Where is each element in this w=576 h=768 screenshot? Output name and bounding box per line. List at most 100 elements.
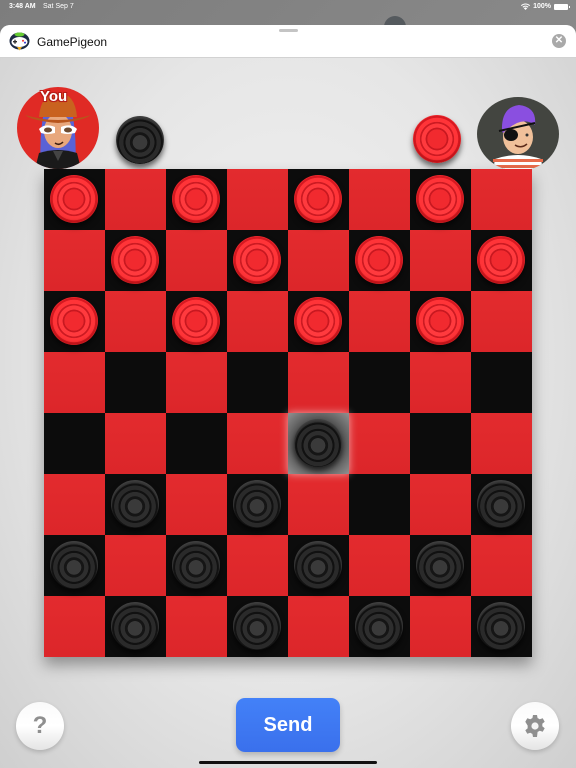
board-square-r5-c3[interactable] xyxy=(227,474,288,535)
board-square-r6-c1[interactable] xyxy=(105,535,166,596)
red-checker-piece[interactable] xyxy=(355,236,403,284)
red-checker-piece[interactable] xyxy=(50,175,98,223)
status-bar: 3:48 AM Sat Sep 7 100% xyxy=(0,0,576,14)
black-checker-piece[interactable] xyxy=(233,480,281,528)
board-square-r0-c7[interactable] xyxy=(471,169,532,230)
gear-icon xyxy=(525,715,545,737)
board-square-r6-c5[interactable] xyxy=(349,535,410,596)
board-square-r3-c4[interactable] xyxy=(288,352,349,413)
board-square-r4-c4[interactable] xyxy=(288,413,349,474)
board-square-r1-c4[interactable] xyxy=(288,230,349,291)
black-checker-piece[interactable] xyxy=(294,419,342,467)
board-square-r1-c3[interactable] xyxy=(227,230,288,291)
board-square-r4-c3[interactable] xyxy=(227,413,288,474)
board-square-r7-c0[interactable] xyxy=(44,596,105,657)
red-checker-piece[interactable] xyxy=(50,297,98,345)
red-checker-piece[interactable] xyxy=(233,236,281,284)
settings-button[interactable] xyxy=(511,702,559,750)
red-checker-piece[interactable] xyxy=(416,297,464,345)
sheet-grabber[interactable] xyxy=(279,29,298,32)
board-square-r6-c0[interactable] xyxy=(44,535,105,596)
close-button[interactable]: ✕ xyxy=(552,34,566,48)
board-square-r0-c5[interactable] xyxy=(349,169,410,230)
black-checker-piece[interactable] xyxy=(172,541,220,589)
board-square-r0-c2[interactable] xyxy=(166,169,227,230)
black-checker-piece[interactable] xyxy=(477,602,525,650)
board-square-r1-c5[interactable] xyxy=(349,230,410,291)
board-square-r4-c6[interactable] xyxy=(410,413,471,474)
black-checker-piece[interactable] xyxy=(477,480,525,528)
close-icon: ✕ xyxy=(554,35,564,46)
send-button[interactable]: Send xyxy=(236,698,340,752)
black-checker-piece[interactable] xyxy=(294,541,342,589)
board-square-r3-c5[interactable] xyxy=(349,352,410,413)
player-opponent-avatar xyxy=(477,97,559,171)
red-checker-piece[interactable] xyxy=(294,175,342,223)
board-square-r1-c6[interactable] xyxy=(410,230,471,291)
board-square-r2-c6[interactable] xyxy=(410,291,471,352)
black-checker-piece[interactable] xyxy=(111,480,159,528)
board-square-r0-c6[interactable] xyxy=(410,169,471,230)
board-square-r2-c3[interactable] xyxy=(227,291,288,352)
black-checker-piece[interactable] xyxy=(355,602,403,650)
board-square-r3-c0[interactable] xyxy=(44,352,105,413)
board-square-r1-c1[interactable] xyxy=(105,230,166,291)
board-square-r2-c5[interactable] xyxy=(349,291,410,352)
board-square-r5-c5[interactable] xyxy=(349,474,410,535)
board-square-r6-c4[interactable] xyxy=(288,535,349,596)
black-checker-piece[interactable] xyxy=(233,602,281,650)
board-square-r3-c3[interactable] xyxy=(227,352,288,413)
board-square-r0-c0[interactable] xyxy=(44,169,105,230)
board-square-r5-c4[interactable] xyxy=(288,474,349,535)
board-square-r0-c1[interactable] xyxy=(105,169,166,230)
you-piece-color-icon xyxy=(116,116,164,164)
board-square-r4-c7[interactable] xyxy=(471,413,532,474)
board-square-r2-c4[interactable] xyxy=(288,291,349,352)
board-square-r3-c6[interactable] xyxy=(410,352,471,413)
board-square-r0-c4[interactable] xyxy=(288,169,349,230)
board-square-r6-c2[interactable] xyxy=(166,535,227,596)
board-square-r4-c5[interactable] xyxy=(349,413,410,474)
board-square-r2-c2[interactable] xyxy=(166,291,227,352)
board-square-r5-c6[interactable] xyxy=(410,474,471,535)
board-square-r7-c4[interactable] xyxy=(288,596,349,657)
help-button[interactable]: ? xyxy=(16,702,64,750)
board-square-r4-c1[interactable] xyxy=(105,413,166,474)
board-square-r7-c6[interactable] xyxy=(410,596,471,657)
board-square-r4-c0[interactable] xyxy=(44,413,105,474)
board-square-r6-c7[interactable] xyxy=(471,535,532,596)
red-checker-piece[interactable] xyxy=(172,297,220,345)
red-checker-piece[interactable] xyxy=(416,175,464,223)
board-square-r5-c7[interactable] xyxy=(471,474,532,535)
board-square-r6-c6[interactable] xyxy=(410,535,471,596)
board-square-r5-c2[interactable] xyxy=(166,474,227,535)
black-checker-piece[interactable] xyxy=(111,602,159,650)
board-square-r2-c7[interactable] xyxy=(471,291,532,352)
board-square-r1-c0[interactable] xyxy=(44,230,105,291)
board-square-r1-c2[interactable] xyxy=(166,230,227,291)
red-checker-piece[interactable] xyxy=(172,175,220,223)
board-square-r7-c7[interactable] xyxy=(471,596,532,657)
board-square-r3-c1[interactable] xyxy=(105,352,166,413)
board-square-r4-c2[interactable] xyxy=(166,413,227,474)
board-square-r0-c3[interactable] xyxy=(227,169,288,230)
battery-percent: 100% xyxy=(533,3,551,10)
board-square-r2-c0[interactable] xyxy=(44,291,105,352)
board-square-r7-c1[interactable] xyxy=(105,596,166,657)
board-square-r7-c5[interactable] xyxy=(349,596,410,657)
board-square-r3-c7[interactable] xyxy=(471,352,532,413)
red-checker-piece[interactable] xyxy=(111,236,159,284)
app-header: GamePigeon ✕ xyxy=(0,25,576,58)
board-square-r7-c2[interactable] xyxy=(166,596,227,657)
board-square-r6-c3[interactable] xyxy=(227,535,288,596)
board-square-r2-c1[interactable] xyxy=(105,291,166,352)
red-checker-piece[interactable] xyxy=(294,297,342,345)
board-square-r3-c2[interactable] xyxy=(166,352,227,413)
black-checker-piece[interactable] xyxy=(416,541,464,589)
red-checker-piece[interactable] xyxy=(477,236,525,284)
black-checker-piece[interactable] xyxy=(50,541,98,589)
board-square-r5-c1[interactable] xyxy=(105,474,166,535)
board-square-r5-c0[interactable] xyxy=(44,474,105,535)
board-square-r1-c7[interactable] xyxy=(471,230,532,291)
board-square-r7-c3[interactable] xyxy=(227,596,288,657)
